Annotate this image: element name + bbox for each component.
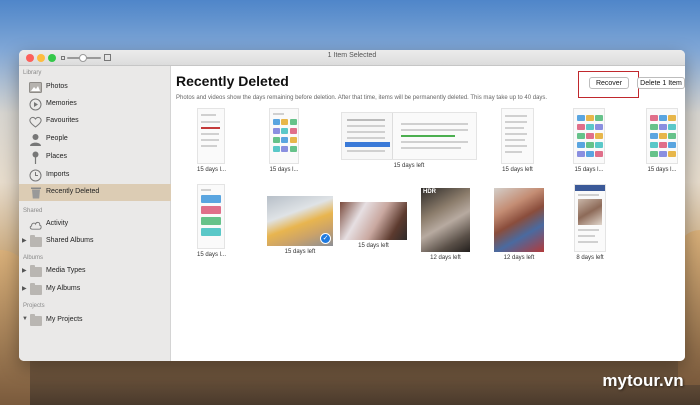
days-left-label: 12 days left [430, 255, 461, 261]
days-left-label: 15 days l... [647, 167, 677, 173]
sidebar-item-label: Memories [46, 100, 77, 107]
deleted-item[interactable]: 15 days left [341, 112, 477, 176]
photo-thumbnail [494, 188, 544, 252]
sidebar-item-my-albums[interactable]: ▶ My Albums [19, 281, 171, 298]
section-library-label: Library [23, 70, 42, 76]
section-projects-label: Projects [23, 303, 45, 309]
days-left-label: 15 days left [393, 163, 425, 169]
days-left-label: 15 days l... [269, 167, 299, 173]
days-left-label: 15 days l... [574, 167, 604, 173]
deleted-item-selected[interactable]: ✓ 15 days left [267, 196, 333, 264]
sidebar-item-label: Favourites [46, 117, 79, 124]
deleted-item[interactable]: 15 days l... [197, 108, 227, 176]
pin-icon [29, 151, 42, 164]
recover-button[interactable]: Recover [589, 77, 629, 89]
sidebar-item-label: Photos [46, 83, 68, 90]
mytour-watermark: mytour.vn [594, 367, 692, 395]
deleted-item[interactable]: 15 days l... [269, 108, 299, 176]
days-left-label: 15 days l... [197, 167, 227, 173]
days-left-label: 15 days left [358, 243, 389, 249]
deleted-item[interactable]: 15 days l... [197, 184, 227, 264]
deleted-item[interactable]: 12 days left [494, 188, 544, 264]
deleted-item[interactable]: 15 days left [340, 202, 407, 264]
folder-icon [29, 282, 42, 296]
screenshot-thumbnail [197, 184, 225, 249]
sidebar-item-photos[interactable]: Photos [19, 79, 171, 96]
sidebar-item-label: My Projects [46, 316, 83, 323]
photos-window: 1 Item Selected Library Photos Memories … [19, 50, 685, 361]
disclosure-triangle-icon[interactable]: ▶ [22, 237, 27, 244]
window-title: 1 Item Selected [327, 52, 377, 59]
sidebar-item-favourites[interactable]: Favourites [19, 113, 171, 130]
hdr-badge: HDR [423, 189, 436, 195]
photo-thumbnail [340, 202, 407, 240]
sidebar-item-label: Imports [46, 171, 70, 178]
cloud-icon [29, 218, 42, 231]
selected-check-icon: ✓ [320, 233, 331, 244]
deleted-item[interactable]: 15 days l... [573, 108, 605, 176]
sidebar-item-media-types[interactable]: ▶ Media Types [19, 263, 171, 280]
sidebar-item-label: Recently Deleted [46, 188, 100, 195]
deleted-item[interactable]: 15 days l... [646, 108, 678, 176]
sidebar-item-imports[interactable]: Imports [19, 167, 171, 184]
sidebar-item-label: Media Types [46, 267, 86, 274]
days-left-label: 8 days left [576, 255, 604, 261]
sidebar: Library Photos Memories Favourites Peopl… [19, 66, 171, 361]
deleted-item[interactable]: 15 days left [501, 108, 534, 176]
heart-icon [29, 115, 42, 128]
days-left-label: 15 days left [284, 249, 316, 255]
sidebar-item-recently-deleted[interactable]: Recently Deleted [19, 184, 171, 201]
sidebar-item-activity[interactable]: Activity [19, 216, 171, 233]
deleted-item[interactable]: HDR 12 days left [421, 188, 470, 264]
sidebar-item-shared-albums[interactable]: ▶ Shared Albums [19, 233, 171, 250]
folder-icon [29, 234, 42, 248]
trash-icon [29, 186, 42, 199]
folder-icon [29, 264, 42, 278]
screenshot-thumbnail [646, 108, 678, 164]
sidebar-item-my-projects[interactable]: ▼ My Projects [19, 312, 171, 329]
clock-icon [29, 169, 42, 182]
sidebar-item-label: People [46, 135, 68, 142]
section-albums-label: Albums [23, 255, 44, 261]
sidebar-item-label: Activity [46, 220, 69, 227]
memories-icon [29, 98, 42, 111]
disclosure-triangle-icon[interactable]: ▶ [22, 267, 27, 274]
days-left-label: 12 days left [503, 255, 535, 261]
sidebar-item-label: Shared Albums [46, 237, 94, 244]
title-bar: 1 Item Selected [19, 50, 685, 66]
screenshot-thumbnail [269, 108, 299, 164]
delete-item-button[interactable]: Delete 1 Item [637, 77, 685, 89]
watermark-text: mytour.vn [602, 371, 684, 390]
days-left-label: 15 days l... [197, 252, 227, 258]
person-icon [29, 133, 42, 146]
screenshot-thumbnail [197, 108, 225, 164]
section-shared-label: Shared [23, 208, 43, 214]
sidebar-item-label: My Albums [46, 285, 81, 292]
screenshot-thumbnail [501, 108, 534, 164]
screenshot-thumbnail [574, 184, 606, 252]
disclosure-triangle-icon[interactable]: ▶ [22, 285, 27, 292]
photos-icon [29, 81, 42, 94]
screenshot-thumbnail [341, 112, 477, 160]
deletion-notice: Photos and videos show the days remainin… [176, 95, 548, 101]
sidebar-item-memories[interactable]: Memories [19, 96, 171, 113]
screenshot-thumbnail [573, 108, 605, 164]
deleted-item[interactable]: 8 days left [574, 184, 606, 264]
sidebar-item-label: Places [46, 153, 68, 160]
photo-thumbnail: HDR [421, 188, 470, 252]
days-left-label: 15 days left [502, 167, 533, 173]
sidebar-item-places[interactable]: Places [19, 149, 171, 166]
page-title: Recently Deleted [176, 73, 289, 89]
disclosure-triangle-icon[interactable]: ▼ [22, 316, 28, 322]
main-content: Recently Deleted Photos and videos show … [171, 66, 685, 361]
folder-icon [29, 313, 42, 327]
photo-thumbnail: ✓ [267, 196, 333, 246]
sidebar-item-people[interactable]: People [19, 131, 171, 148]
